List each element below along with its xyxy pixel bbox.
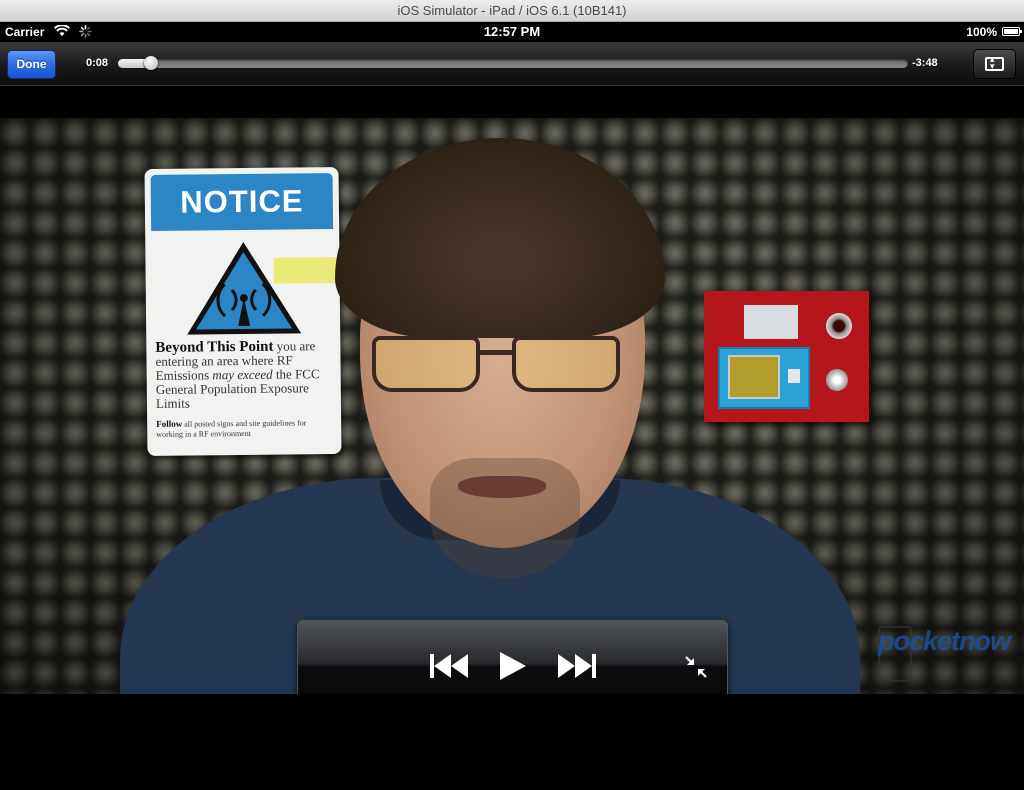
red-wall-panel xyxy=(704,291,869,422)
scrubber-track[interactable] xyxy=(118,59,908,68)
skip-forward-icon[interactable] xyxy=(556,653,596,679)
remaining-time: -3:48 xyxy=(912,57,938,69)
rf-warning-icon xyxy=(187,241,302,335)
notice-text: Beyond This Point you are entering an ar… xyxy=(155,338,320,411)
status-bar: Carrier 12:57 PM 100% xyxy=(0,22,1024,42)
notice-sign: NOTICE Beyond This Point you are enterin… xyxy=(144,166,342,457)
elapsed-time: 0:08 xyxy=(86,57,109,69)
playback-scrubber[interactable] xyxy=(118,56,908,70)
exit-fullscreen-icon[interactable] xyxy=(684,655,708,679)
status-time: 12:57 PM xyxy=(483,24,541,39)
battery-icon xyxy=(1002,27,1022,36)
battery-percent: 100% xyxy=(966,25,997,39)
scrubber-thumb[interactable] xyxy=(144,56,158,70)
video-frame[interactable]: NOTICE Beyond This Point you are enterin… xyxy=(0,118,1024,694)
notice-header: NOTICE xyxy=(150,173,334,231)
done-button[interactable]: Done xyxy=(7,50,56,79)
watermark: pocketnow xyxy=(878,626,1011,656)
skip-back-icon[interactable] xyxy=(430,653,470,679)
player-toolbar: Done 0:08 -3:48 xyxy=(0,42,1024,86)
simulator-title: iOS Simulator - iPad / iOS 6.1 (10B141) xyxy=(397,3,627,18)
person-glasses xyxy=(368,336,630,398)
simulator-title-bar: iOS Simulator - iPad / iOS 6.1 (10B141) xyxy=(0,0,1024,22)
aspect-ratio-button[interactable] xyxy=(973,49,1016,79)
play-icon[interactable] xyxy=(499,651,527,681)
aspect-ratio-icon xyxy=(985,54,1004,72)
notice-small-text: Follow all posted signs and site guideli… xyxy=(156,418,307,439)
